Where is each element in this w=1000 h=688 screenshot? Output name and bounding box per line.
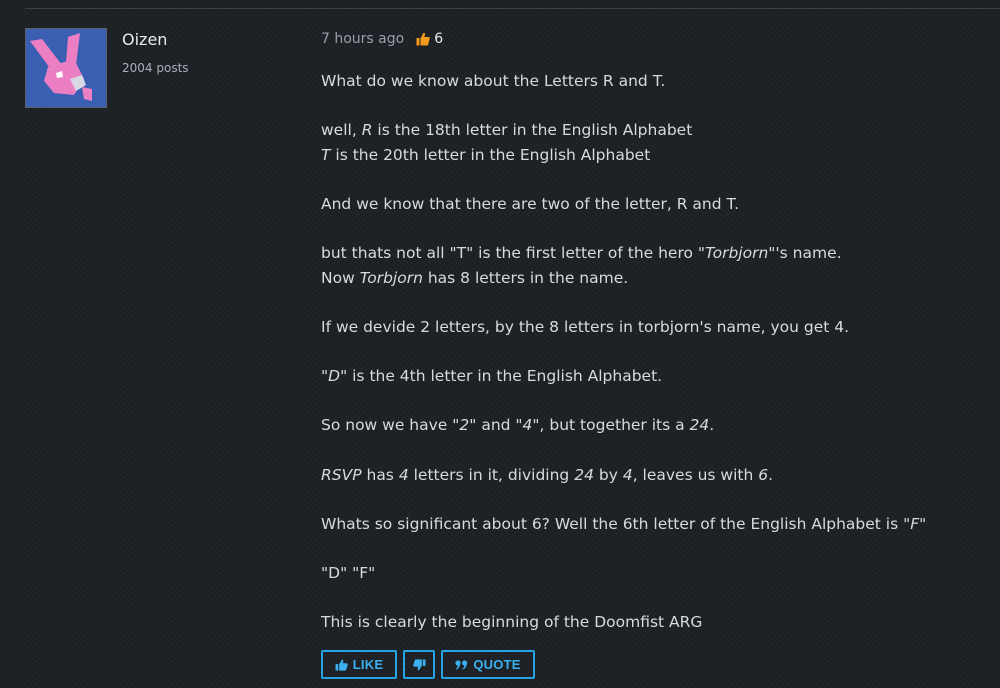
quote-button-label: QUOTE (473, 657, 521, 672)
post-body: What do we know about the Letters R and … (321, 69, 991, 659)
post-paragraph: "D" "F" (321, 561, 991, 586)
emphasis-text: Torbjorn (359, 268, 423, 287)
quote-button[interactable]: QUOTE (441, 650, 535, 679)
emphasis-text: "4" (515, 416, 540, 435)
emphasis-text: "Torbjorn" (697, 244, 776, 263)
post-paragraph: Whats so significant about 6? Well the 6… (321, 512, 991, 537)
emphasis-text: "F" (903, 514, 927, 533)
emphasis-text: 4 (398, 465, 409, 484)
paragraph-text: is the 20th letter in the English Alphab… (330, 145, 651, 164)
post-paragraph: So now we have "2" and "4", but together… (321, 413, 991, 438)
emphasis-text: 6 (758, 465, 769, 484)
post-divider (25, 8, 1000, 9)
paragraph-text: So now we have (321, 416, 453, 435)
pink-bunny-icon (26, 29, 106, 107)
paragraph-text: is the 18th letter in the English Alphab… (372, 121, 693, 140)
post-paragraph: This is clearly the beginning of the Doo… (321, 610, 991, 635)
author-post-count: 2004 posts (122, 61, 189, 75)
paragraph-text: "D" "F" (321, 563, 376, 582)
paragraph-text: . (709, 416, 715, 435)
emphasis-text: RSVP (321, 465, 362, 484)
post-paragraph: What do we know about the Letters R and … (321, 69, 991, 94)
emphasis-text: 24 (574, 465, 594, 484)
post-timestamp[interactable]: 7 hours ago (321, 31, 404, 47)
paragraph-text: and (476, 416, 516, 435)
paragraph-text: If we devide 2 letters, by the 8 letters… (321, 317, 850, 336)
post-actions: LIKE QUOTE (321, 650, 535, 679)
paragraph-text: has (361, 465, 399, 484)
quote-icon (455, 659, 468, 670)
post-meta: 7 hours ago 6 (321, 31, 443, 47)
like-button-label: LIKE (352, 657, 384, 672)
emphasis-text: 4 (622, 465, 633, 484)
paragraph-text: Whats so significant about 6? Well the 6… (321, 514, 904, 533)
author-name[interactable]: Oizen (122, 30, 167, 49)
paragraph-text: , leaves us with (632, 465, 759, 484)
post-paragraph: If we devide 2 letters, by the 8 letters… (321, 315, 991, 340)
thumbs-down-icon (412, 658, 426, 671)
paragraph-text: , but together its a (539, 416, 690, 435)
post-paragraph: well, R is the 18th letter in the Englis… (321, 118, 991, 167)
thumbs-up-icon (416, 32, 430, 46)
post-paragraph: RSVP has 4 letters in it, dividing 24 by… (321, 463, 991, 488)
paragraph-text: This is clearly the beginning of the Doo… (321, 613, 703, 632)
dislike-button[interactable] (403, 650, 435, 679)
paragraph-text: but thats not all "T" is the first lette… (321, 244, 698, 263)
post-paragraph: "D" is the 4th letter in the English Alp… (321, 364, 991, 389)
paragraph-text: letters in it, dividing (408, 465, 575, 484)
emphasis-text: R (361, 121, 373, 140)
emphasis-text: "D" (321, 367, 348, 386)
post-paragraph: but thats not all "T" is the first lette… (321, 241, 991, 290)
emphasis-text: 24 (689, 416, 710, 435)
paragraph-text: What do we know about the Letters R and … (321, 72, 666, 90)
emphasis-text: "2" (452, 416, 477, 435)
post-paragraph: And we know that there are two of the le… (321, 192, 991, 217)
paragraph-text: Now (321, 268, 360, 287)
paragraph-text: 's name. (775, 244, 842, 263)
paragraph-text: has 8 letters in the name. (422, 268, 629, 287)
avatar[interactable] (25, 28, 107, 108)
paragraph-text: And we know that there are two of the le… (321, 194, 740, 213)
paragraph-text: by (593, 465, 623, 484)
like-button[interactable]: LIKE (321, 650, 397, 679)
paragraph-text: well, (321, 121, 362, 140)
thumbs-up-icon (335, 659, 348, 671)
paragraph-text: . (768, 465, 774, 484)
paragraph-text: is the 4th letter in the English Alphabe… (347, 367, 663, 386)
like-count: 6 (434, 31, 444, 47)
